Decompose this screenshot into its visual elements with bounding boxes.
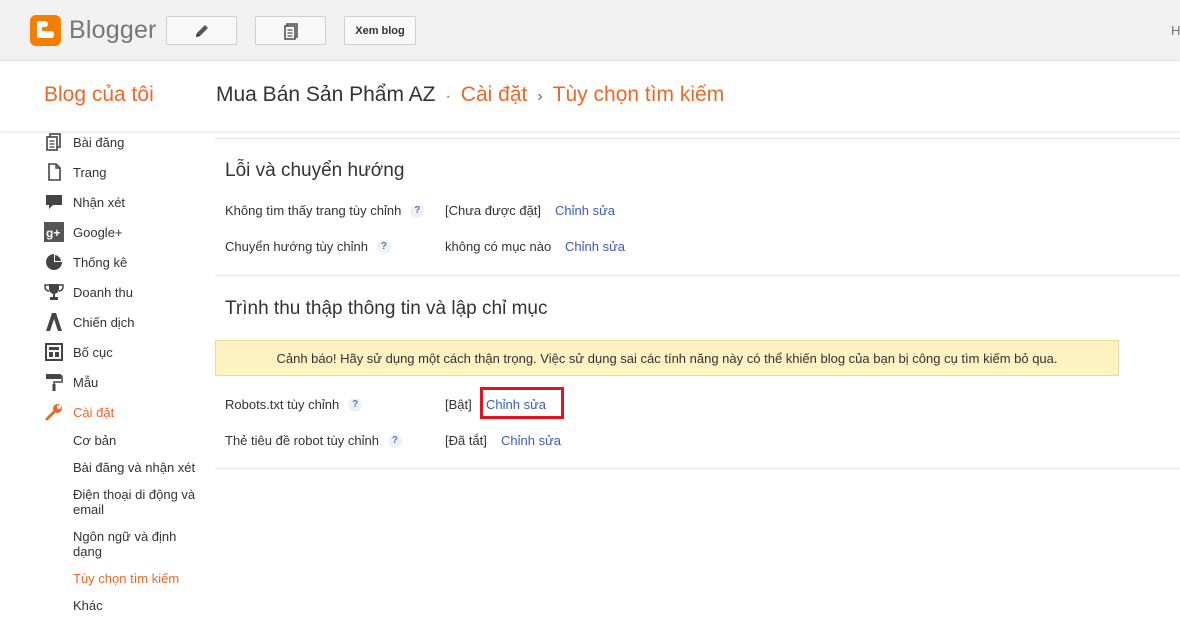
- custom-redirects-value: không có mục nào: [445, 239, 552, 254]
- custom-redirects-edit-link[interactable]: Chỉnh sửa: [565, 239, 625, 254]
- sidebar-item-settings[interactable]: Cài đặt: [44, 400, 114, 424]
- custom-redirects-row-label: Chuyển hướng tùy chỉnh ?: [225, 239, 391, 254]
- robots-header-tags-label: Thẻ tiêu đề robot tùy chỉnh: [225, 433, 379, 448]
- account-name[interactable]: H: [1171, 23, 1180, 38]
- settings-sub-language-format[interactable]: Ngôn ngữ và định dạng: [73, 529, 203, 559]
- custom-404-row-label: Không tìm thấy trang tùy chỉnh ?: [225, 203, 425, 218]
- highlight-annotation-box: [480, 387, 564, 419]
- new-post-button[interactable]: [166, 16, 237, 45]
- custom-redirects-label: Chuyển hướng tùy chỉnh: [225, 239, 368, 254]
- sidebar-item-stats[interactable]: Thống kê: [44, 250, 127, 274]
- my-blog-link[interactable]: Blog của tôi: [44, 83, 154, 107]
- settings-sub-other[interactable]: Khác: [73, 598, 203, 613]
- view-blog-button[interactable]: Xem blog: [344, 16, 416, 45]
- svg-text:g+: g+: [46, 226, 60, 240]
- robots-header-tags-edit-link[interactable]: Chỉnh sửa: [501, 433, 561, 448]
- divider: [215, 138, 1180, 139]
- google-plus-icon: g+: [44, 222, 64, 242]
- pencil-icon: [195, 24, 208, 37]
- layout-icon: [44, 342, 64, 362]
- robots-txt-label: Robots.txt tùy chỉnh: [225, 397, 340, 412]
- errors-section-title: Lỗi và chuyển hướng: [225, 160, 405, 181]
- sidebar-item-label: Trang: [73, 164, 107, 180]
- sidebar-item-posts[interactable]: Bài đăng: [44, 130, 124, 154]
- top-bar: Blogger Xem blog H: [0, 0, 1180, 61]
- help-icon[interactable]: ?: [376, 239, 391, 254]
- breadcrumb-chevron: ›: [537, 88, 543, 105]
- sidebar-item-google-plus[interactable]: g+ Google+: [44, 220, 123, 244]
- help-icon[interactable]: ?: [410, 203, 425, 218]
- comments-icon: [44, 192, 64, 212]
- blogger-logo[interactable]: Blogger: [30, 15, 157, 46]
- sidebar-item-comments[interactable]: Nhận xét: [44, 190, 125, 214]
- sidebar-item-earnings[interactable]: Doanh thu: [44, 280, 133, 304]
- custom-404-value: [Chưa được đặt]: [445, 203, 542, 218]
- posts-list-button[interactable]: [255, 16, 326, 45]
- sidebar-item-label: Cài đặt: [73, 404, 115, 420]
- logo-text: Blogger: [69, 16, 157, 44]
- settings-sub-basic[interactable]: Cơ bản: [73, 433, 203, 448]
- robots-header-tags-value: [Đã tắt]: [445, 433, 487, 448]
- posts-icon: [44, 132, 64, 152]
- settings-sub-posts-comments[interactable]: Bài đăng và nhận xét: [73, 460, 203, 475]
- settings-sub-search-preferences[interactable]: Tùy chọn tìm kiếm: [73, 571, 203, 586]
- custom-404-edit-link[interactable]: Chỉnh sửa: [555, 203, 615, 218]
- stats-icon: [44, 252, 64, 272]
- page-header: Blog của tôi Mua Bán Sản Phẩm AZ · Cài đ…: [0, 61, 1180, 131]
- sidebar-item-label: Google+: [73, 224, 123, 240]
- sidebar-item-label: Mẫu: [73, 374, 99, 390]
- wrench-icon: [44, 402, 64, 422]
- sidebar-item-layout[interactable]: Bố cục: [44, 340, 113, 364]
- help-icon[interactable]: ?: [348, 397, 363, 412]
- sidebar-item-campaigns[interactable]: Chiến dịch: [44, 310, 134, 334]
- pages-icon: [44, 162, 64, 182]
- robots-txt-row-label: Robots.txt tùy chỉnh ?: [225, 397, 363, 412]
- breadcrumb: Mua Bán Sản Phẩm AZ · Cài đặt › Tùy chọn…: [216, 83, 724, 107]
- sidebar-item-label: Nhận xét: [73, 194, 126, 210]
- breadcrumb-settings[interactable]: Cài đặt: [461, 83, 528, 107]
- settings-sub-mobile-email[interactable]: Điện thoại di động và email: [73, 487, 203, 517]
- trophy-icon: [44, 282, 64, 302]
- custom-404-label: Không tìm thấy trang tùy chỉnh: [225, 203, 402, 218]
- sidebar-item-label: Chiến dịch: [73, 314, 135, 330]
- sidebar-item-template[interactable]: Mẫu: [44, 370, 98, 394]
- paint-roller-icon: [44, 372, 64, 392]
- sidebar-item-label: Doanh thu: [73, 284, 133, 300]
- adwords-icon: [44, 312, 64, 332]
- sidebar-item-pages[interactable]: Trang: [44, 160, 106, 184]
- robots-txt-value: [Bật]: [445, 397, 472, 412]
- divider: [215, 275, 1180, 276]
- breadcrumb-blog-name[interactable]: Mua Bán Sản Phẩm AZ: [216, 83, 435, 107]
- sidebar-item-label: Thống kê: [73, 254, 128, 270]
- breadcrumb-current: Tùy chọn tìm kiếm: [552, 83, 725, 106]
- breadcrumb-separator: ·: [445, 88, 451, 105]
- robots-header-tags-row-label: Thẻ tiêu đề robot tùy chỉnh ?: [225, 433, 402, 448]
- blogger-logo-icon: [30, 15, 61, 46]
- document-list-icon: [283, 22, 298, 40]
- divider: [215, 468, 1180, 469]
- help-icon[interactable]: ?: [387, 433, 402, 448]
- sidebar-item-label: Bố cục: [73, 344, 113, 360]
- sidebar-item-label: Bài đăng: [73, 134, 125, 150]
- crawl-section-title: Trình thu thập thông tin và lập chỉ mục: [225, 298, 548, 319]
- warning-banner: Cảnh báo! Hãy sử dụng một cách thận trọn…: [215, 340, 1119, 376]
